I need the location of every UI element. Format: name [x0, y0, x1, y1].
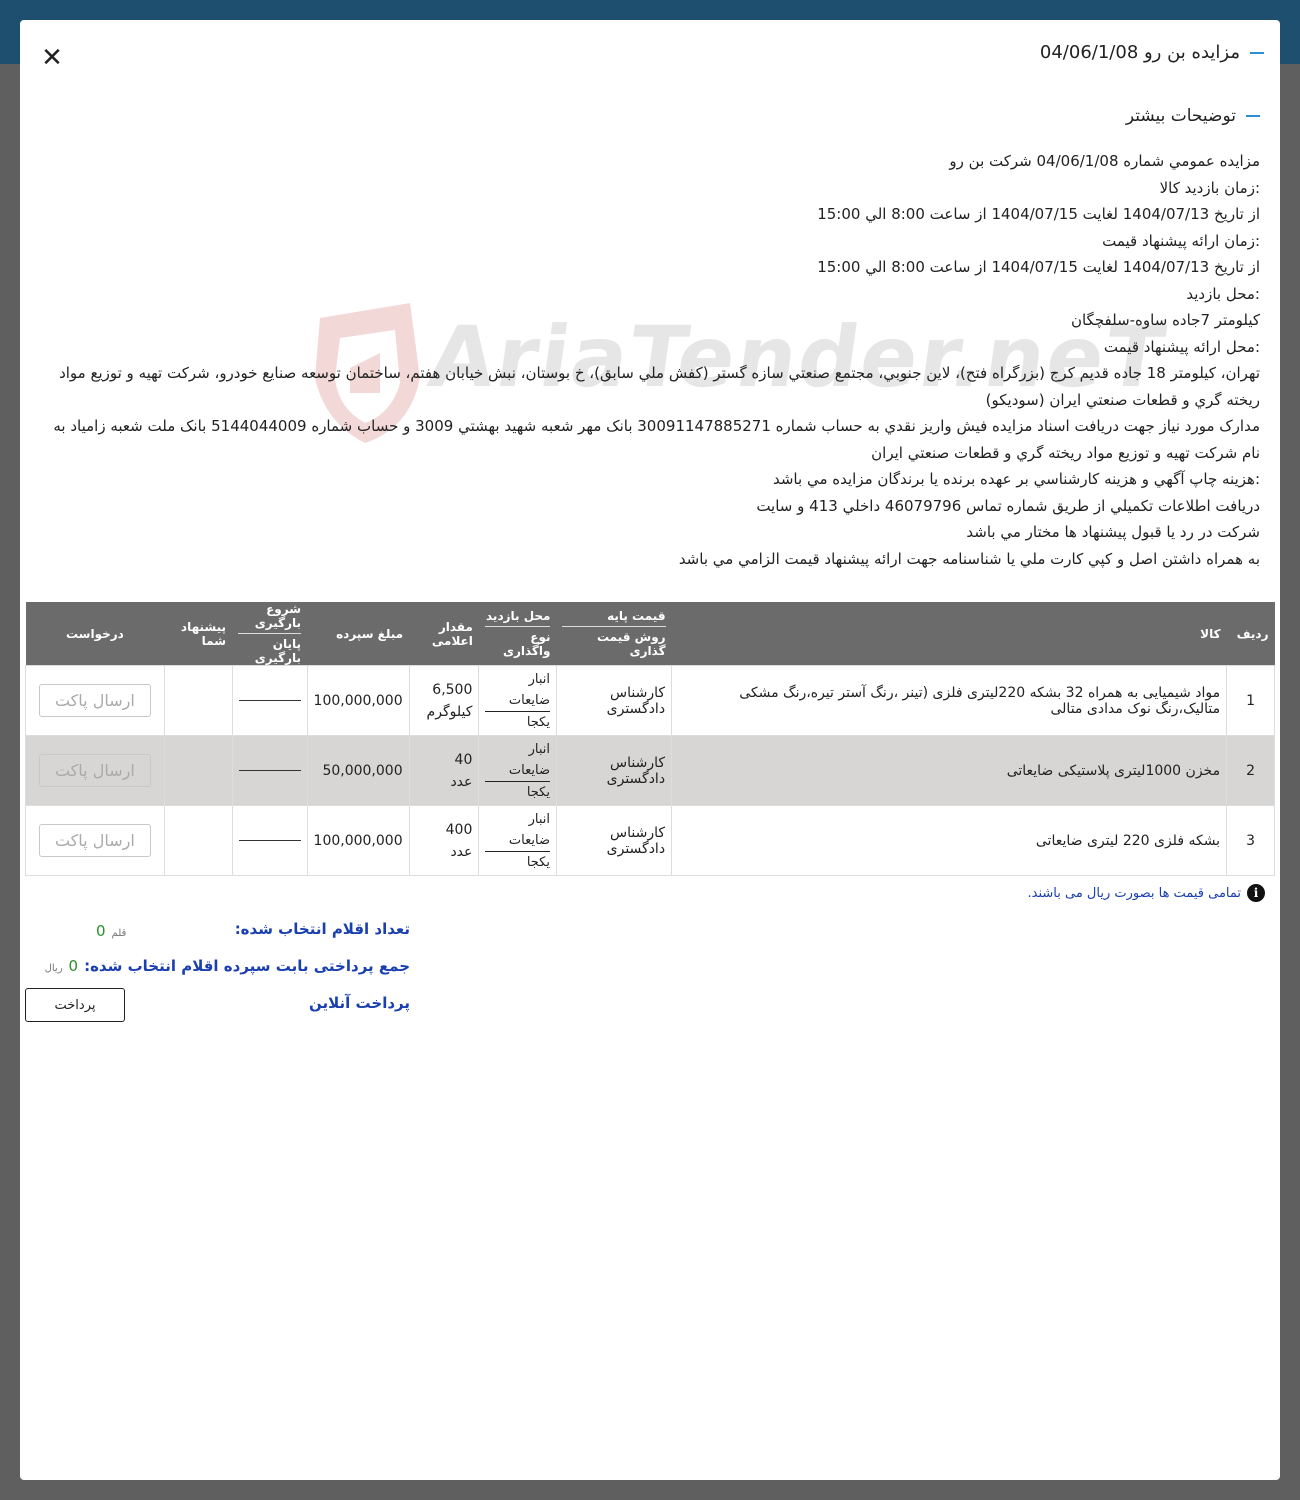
info-icon: i [1247, 884, 1265, 902]
send-packet-button[interactable]: ارسال پاکت [38, 684, 151, 717]
visit-place: انبار ضایعات یکجا [478, 805, 557, 876]
table-header-row: ردیف کالا قیمت پایه روش قیمت گذاری محل ب… [25, 602, 1275, 666]
deposit-amount: 50,000,000 [306, 735, 410, 806]
description-line: دريافت اطلاعات تکميلي از طريق شماره تماس… [756, 496, 1260, 515]
col-row: ردیف [1226, 602, 1275, 666]
selected-count: تعداد اقلام انتخاب شده: [235, 920, 410, 938]
table-row: 2 مخزن 1000لیتری پلاستیکی ضایعاتی کارشنا… [25, 735, 1275, 806]
send-packet-button[interactable]: ارسال پاکت [38, 754, 151, 787]
deposit-total-value: 0 [68, 957, 79, 975]
description-line: :هزينه چاپ آگهي و هزينه کارشناسي بر عهده… [772, 470, 1260, 488]
close-icon[interactable]: ✕ [38, 44, 66, 72]
pricing-method: کارشناس دادگستری [555, 805, 673, 876]
description-line: مدارک مورد نياز جهت دريافت اسناد مزايده … [53, 417, 1260, 462]
col-loading: شروع بارگیری پایان بارگیری [232, 602, 308, 666]
auction-modal: ✕ مزايده بن رو 04/06/1/08 توضیحات بیشتر … [20, 20, 1280, 1480]
deposit-amount: 100,000,000 [306, 805, 410, 876]
table-row: 1 مواد شیمیایی به همراه 32 بشکه 220لیتری… [25, 665, 1275, 736]
pricing-method: کارشناس دادگستری [555, 665, 673, 736]
your-offer [163, 665, 233, 736]
col-your-offer: پیشنهاد شما [164, 602, 233, 666]
currency-note: i تمامی قیمت ها بصورت ریال می باشند. [1027, 884, 1265, 902]
col-request: درخواست [25, 602, 165, 666]
visit-place: انبار ضایعات یکجا [478, 665, 557, 736]
description: مزايده عمومي شماره 04/06/1/08 شرکت بن رو… [40, 148, 1260, 572]
deposit-amount: 100,000,000 [306, 665, 410, 736]
quantity: 6,500 کیلوگرم [408, 665, 480, 736]
col-visit-place: محل بازدید نوع واگذاری [478, 602, 557, 666]
visit-place: انبار ضایعات یکجا [478, 735, 557, 806]
selected-count-unit: قلم [111, 928, 127, 939]
loading-dates [231, 665, 308, 736]
pricing-method: کارشناس دادگستری [555, 735, 673, 806]
request-cell: ارسال پاکت [25, 665, 165, 736]
request-cell: ارسال پاکت [25, 735, 165, 806]
row-number: 2 [1226, 735, 1275, 806]
description-line: :محل بازديد [1186, 284, 1260, 303]
dash-icon [1250, 51, 1264, 54]
description-line: :زمان ارائه پيشنهاد قيمت [1102, 231, 1260, 250]
modal-header: مزايده بن رو 04/06/1/08 [1040, 42, 1264, 63]
item-name: مخزن 1000لیتری پلاستیکی ضایعاتی [671, 735, 1228, 806]
selected-count-label: تعداد اقلام انتخاب شده: [234, 920, 410, 938]
pay-button[interactable]: پرداخت [25, 988, 125, 1022]
send-packet-button[interactable]: ارسال پاکت [38, 824, 151, 857]
deposit-total-unit: ریال [44, 963, 63, 974]
items-table: ردیف کالا قیمت پایه روش قیمت گذاری محل ب… [25, 602, 1275, 876]
description-line: :زمان بازديد کالا [1159, 178, 1260, 197]
row-number: 3 [1226, 805, 1275, 876]
description-line: از تاريخ 1404/07/13 لغايت 1404/07/15 از … [817, 258, 1260, 276]
selected-count-value-group: قلم 0 [96, 922, 126, 940]
description-line: :محل ارائه پيشنهاد قيمت [1103, 337, 1260, 356]
col-item: کالا [671, 602, 1227, 666]
online-payment-label: پرداخت آنلاین [308, 994, 410, 1012]
row-number: 1 [1226, 665, 1275, 736]
col-base-price: قیمت پایه روش قیمت گذاری [556, 602, 672, 666]
item-name: مواد شیمیایی به همراه 32 بشکه 220لیتری ف… [671, 665, 1228, 736]
your-offer [163, 735, 233, 806]
deposit-total-label: جمع پرداختی بابت سپرده اقلام انتخاب شده: [84, 957, 410, 975]
dash-icon [1246, 115, 1260, 117]
col-deposit: مبلغ سپرده [307, 602, 410, 666]
item-name: بشکه فلزی 220 لیتری ضایعاتی [671, 805, 1228, 876]
selected-count-value: 0 [96, 922, 106, 940]
description-line: به همراه داشتن اصل و کپي کارت ملي يا شنا… [678, 549, 1260, 568]
deposit-total: جمع پرداختی بابت سپرده اقلام انتخاب شده:… [45, 957, 410, 975]
description-line: از تاريخ 1404/07/13 لغايت 1404/07/15 از … [817, 205, 1260, 223]
description-line: مزايده عمومي شماره 04/06/1/08 شرکت بن رو [949, 152, 1260, 170]
currency-note-text: تمامی قیمت ها بصورت ریال می باشند. [1027, 885, 1242, 901]
request-cell: ارسال پاکت [25, 805, 165, 876]
loading-dates [231, 805, 308, 876]
col-quantity: مقدار اعلامی [409, 602, 479, 666]
loading-dates [231, 735, 308, 806]
table-row: 3 بشکه فلزی 220 لیتری ضایعاتی کارشناس دا… [25, 805, 1275, 876]
description-line: تهران، کيلومتر 18 جاده قديم کرج (بزرگراه… [59, 364, 1260, 409]
quantity: 400 عدد [408, 805, 480, 876]
your-offer [163, 805, 233, 876]
description-line: شرکت در رد يا قبول پيشنهاد ها مختار مي ب… [966, 523, 1260, 541]
modal-title: مزايده بن رو 04/06/1/08 [1039, 42, 1240, 63]
quantity: 40 عدد [408, 735, 480, 806]
section-title: توضیحات بیشتر [1125, 106, 1236, 126]
more-details-heading: توضیحات بیشتر [1126, 106, 1260, 126]
description-line: کيلومتر 7جاده ساوه-سلفچگان [1070, 311, 1260, 329]
